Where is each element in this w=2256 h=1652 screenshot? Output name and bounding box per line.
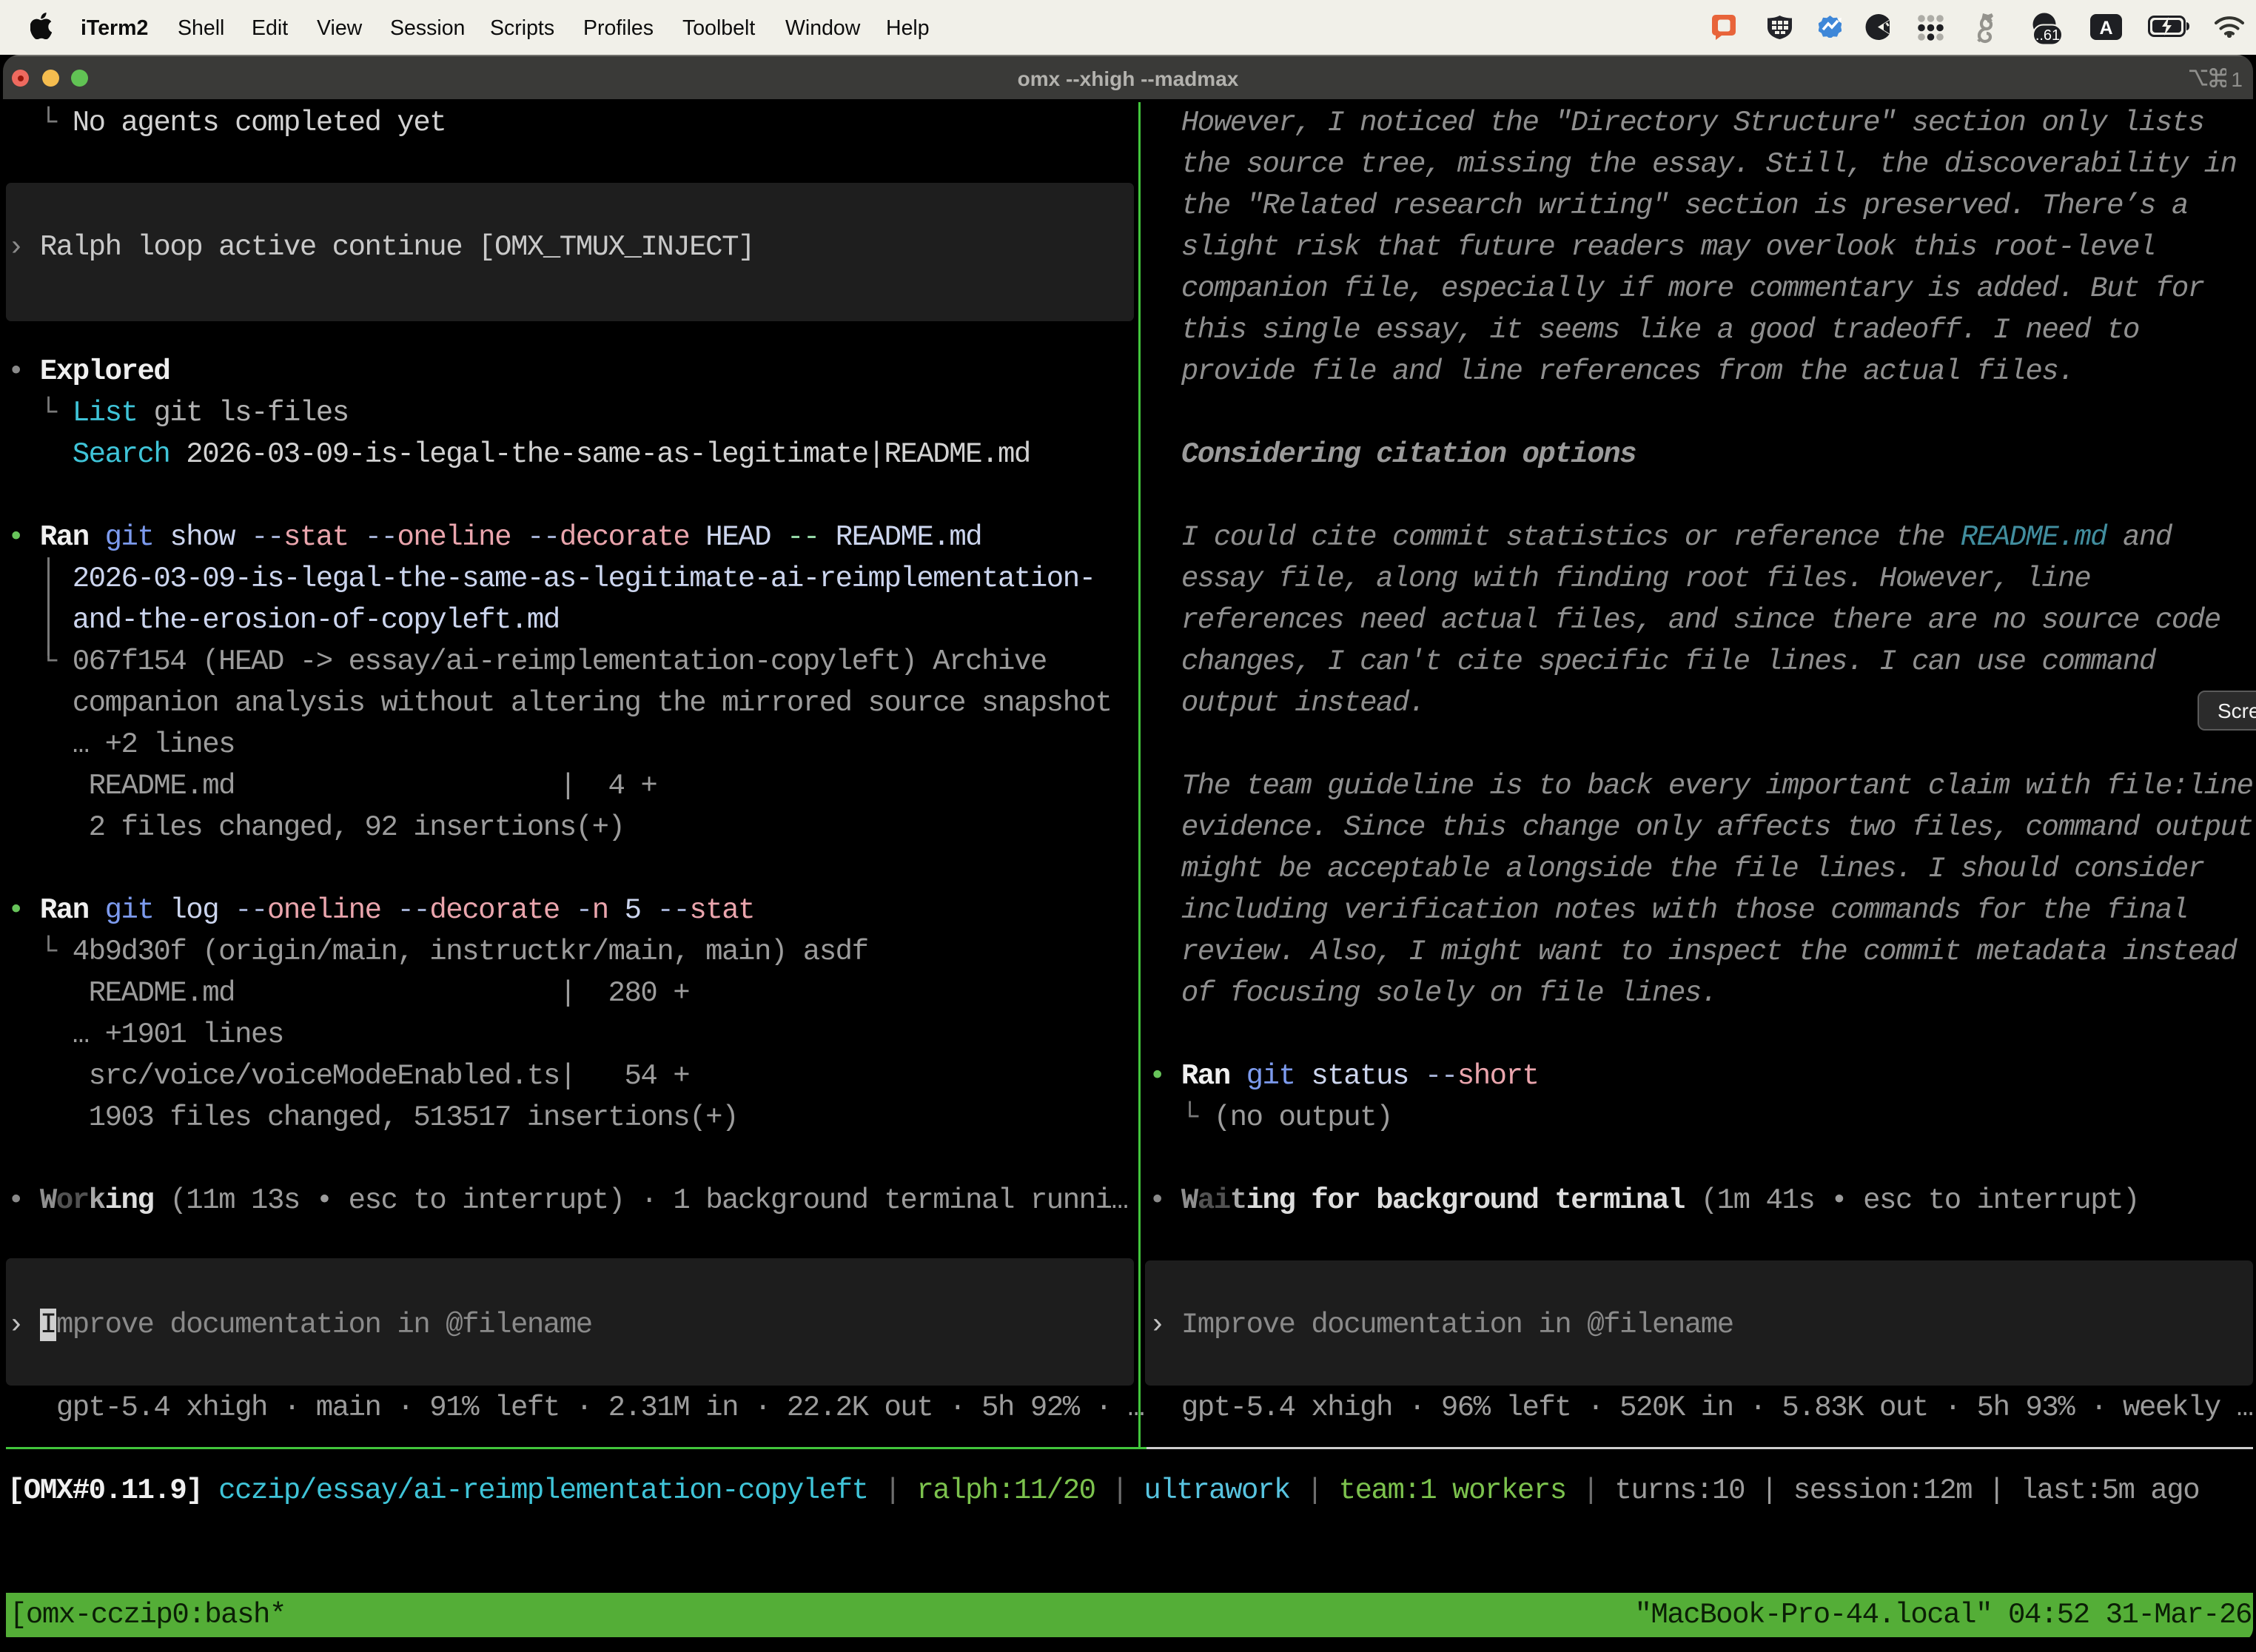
svg-text:..61: ..61	[2035, 27, 2060, 44]
svg-text:A: A	[2099, 18, 2112, 38]
